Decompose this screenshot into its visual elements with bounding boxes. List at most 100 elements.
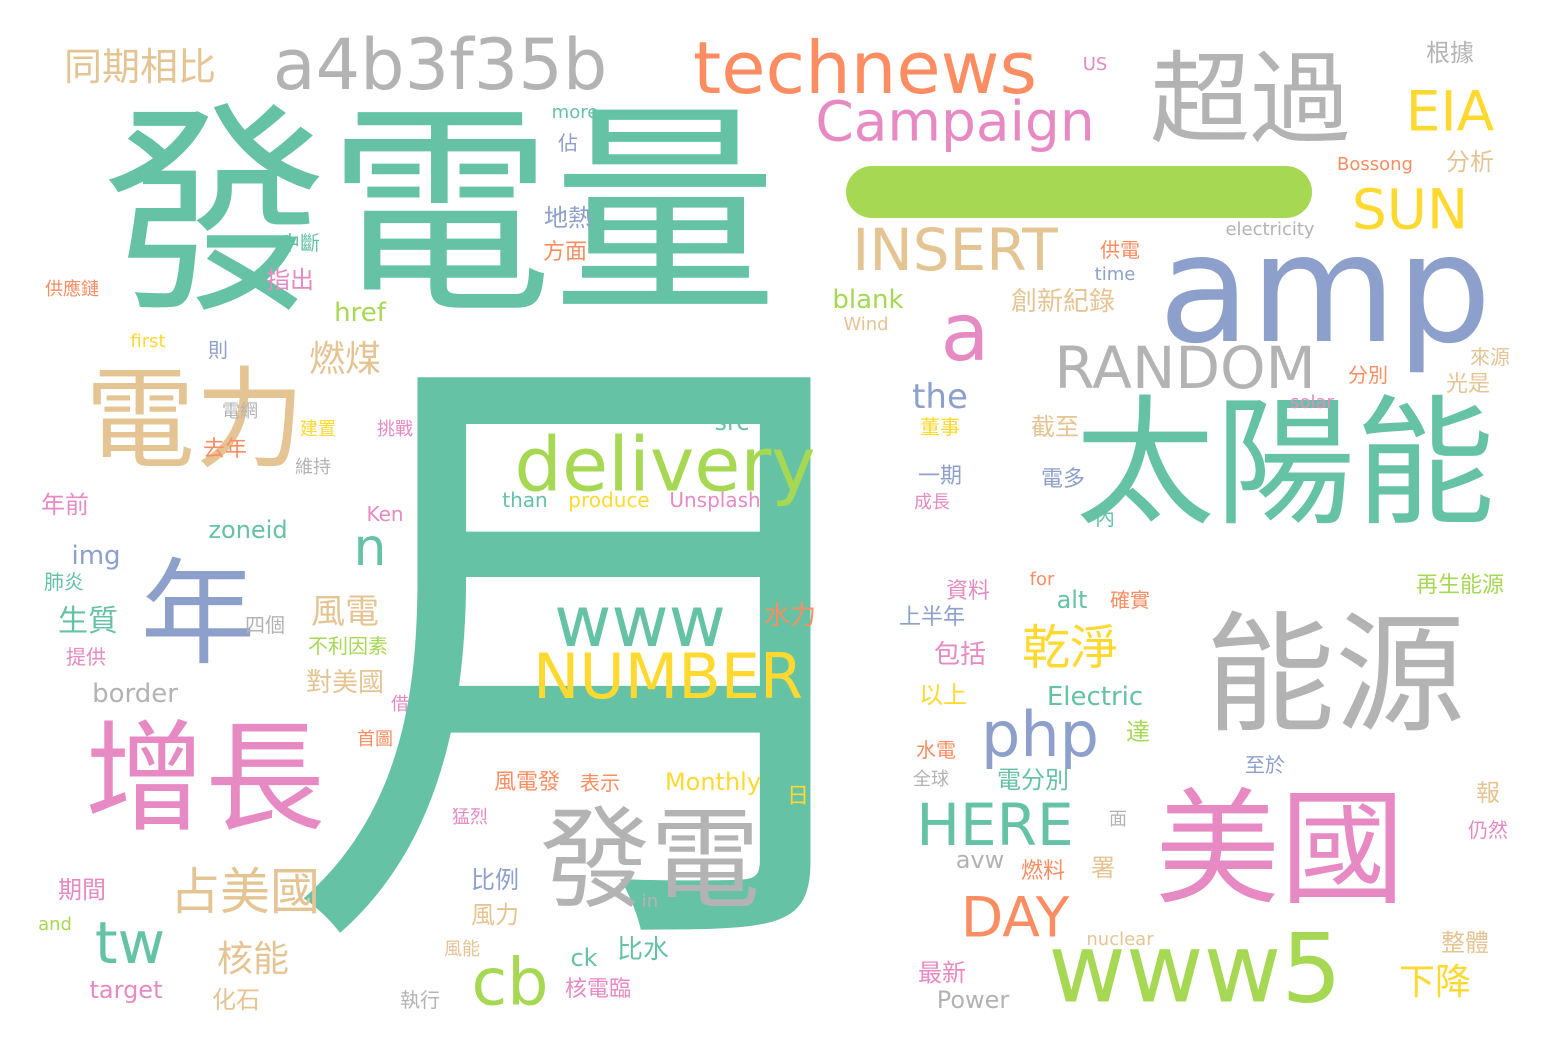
word-cjk-31: 同期相比 <box>63 45 217 89</box>
word-cjk-4: 能源 <box>1204 599 1466 751</box>
word-alt: alt <box>1056 586 1088 614</box>
word-cjk-5: 美國 <box>1155 777 1405 923</box>
word-ken: Ken <box>366 502 404 526</box>
word-cjk-101: 至於 <box>1245 753 1285 777</box>
word-target: target <box>89 976 163 1004</box>
word-cjk-7: 電力 <box>85 356 305 484</box>
word-cjk-38: 根據 <box>1426 39 1474 67</box>
word-cjk-29: 占美國 <box>170 863 320 921</box>
word-ck: ck <box>570 944 598 972</box>
word-cjk-92: 包括 <box>933 640 987 670</box>
word-campaign: Campaign <box>815 89 1095 154</box>
word-electricity: electricity <box>1225 219 1315 240</box>
word-and: and <box>38 914 72 935</box>
word-us: US <box>1082 54 1108 75</box>
word-cjk-66: 截至 <box>1031 413 1079 441</box>
word-number: NUMBER <box>532 640 804 713</box>
word-cjk-118: 風力 <box>471 901 519 929</box>
word-cjk-80: 資料 <box>945 579 991 604</box>
word-power: Power <box>936 986 1010 1014</box>
word-cjk-57: 來源 <box>1470 345 1510 369</box>
word-cjk-104: 風電發 <box>493 770 561 795</box>
word-cjk-59: 光是 <box>1445 372 1491 397</box>
word-for: for <box>1029 569 1055 590</box>
word-cjk-46: 方面 <box>542 240 588 265</box>
word-cjk-90: 不利因素 <box>308 634 388 658</box>
word-cjk-87: 四個 <box>245 613 285 637</box>
word-cjk-113: 期間 <box>58 876 106 904</box>
word-cb: cb <box>471 945 549 1021</box>
word-cjk-72: 年前 <box>41 491 89 519</box>
word-cjk-109: 面 <box>1109 809 1127 830</box>
word-cjk-122: 比水 <box>616 935 670 965</box>
word-cjk-8: 年 <box>140 547 256 682</box>
word-href: href <box>334 298 386 328</box>
word-insert: INSERT <box>852 216 1058 284</box>
word-cjk-107: 日 <box>786 784 810 809</box>
word-cjk-30: 乾淨 <box>1021 620 1119 676</box>
word-cjk-127: 核電臨 <box>564 977 632 1002</box>
word-cjk-124: 整體 <box>1441 929 1489 957</box>
word-cjk-77: 內 <box>1095 506 1115 530</box>
word-zoneid: zoneid <box>208 516 288 544</box>
word-monthly: Monthly <box>664 768 762 796</box>
word-cjk-35: 風電 <box>311 592 379 632</box>
word-cjk-120: 風能 <box>444 939 480 960</box>
word-cjk-111: 仍然 <box>1468 818 1508 842</box>
word-cjk-114: 比例 <box>471 866 519 894</box>
word-cjk-37: 創新紀錄 <box>1010 287 1116 317</box>
word-cjk-34: 下降 <box>1398 962 1472 1003</box>
word-cjk-56: 則 <box>208 338 228 362</box>
word-than: than <box>502 488 548 512</box>
word-cjk-67: 去年 <box>202 437 248 462</box>
word-more: more <box>551 102 599 123</box>
word-cjk-62: 建置 <box>300 419 336 440</box>
word-blank: blank <box>832 285 904 315</box>
word-cjk-58: 分別 <box>1348 363 1388 387</box>
word-cjk-68: 維持 <box>295 457 331 478</box>
word-cjk-6: 增長 <box>85 710 325 849</box>
word-cjk-93: 對美國 <box>305 668 385 698</box>
word-cjk-91: 提供 <box>66 645 106 669</box>
word-time: time <box>1094 264 1136 285</box>
word-cjk-45: 地熱 <box>544 204 592 232</box>
word-cjk-98: 首圖 <box>357 729 393 750</box>
word-cjk-49: 供應鏈 <box>45 279 99 300</box>
word-a: a <box>940 286 990 379</box>
word-cjk-70: 一期 <box>917 464 963 489</box>
word-random: RANDOM <box>1054 334 1316 402</box>
word-cjk-82: 肺炎 <box>44 570 84 594</box>
word-produce: produce <box>568 488 650 512</box>
word-cjk-69: 電多 <box>1040 467 1086 492</box>
word-cjk-86: 生質 <box>58 604 118 639</box>
word-cjk-32: 燃煤 <box>308 339 382 380</box>
word-delivery: delivery <box>514 420 816 509</box>
word-cjk-1: 發電量 <box>102 83 778 346</box>
word-nuclear: nuclear <box>1086 929 1154 950</box>
word-solar: solar <box>1290 392 1334 413</box>
word-cjk-110: 報 <box>1476 779 1500 807</box>
word-cjk-115: 燃料 <box>1020 859 1066 884</box>
word-cloud: 月發電量 amp 太陽能 能源 美國 增長 電力年發電 超過 technews a4b3f35b w… <box>0 0 1548 1052</box>
word-unsplash: Unsplash <box>669 488 761 512</box>
word-cjk-61: 電網 <box>222 401 258 422</box>
word-cjk-129: 執行 <box>400 988 440 1012</box>
word-cjk-99: 達 <box>1126 718 1150 746</box>
word-cjk-33: 核能 <box>216 939 290 980</box>
word-cjk-88: 水力 <box>763 601 817 631</box>
word-cjk-128: 化石 <box>212 986 260 1014</box>
word-img: img <box>71 541 121 571</box>
word-cjk-10: 超過 <box>1150 41 1350 158</box>
word-n: n <box>353 518 387 578</box>
word-cjk-105: 表示 <box>580 771 620 795</box>
word-bossong: Bossong <box>1337 154 1413 175</box>
word-cjk-116: 署 <box>1091 854 1115 882</box>
word-cjk-102: 全球 <box>913 769 949 790</box>
word-cjk-44: 佔 <box>558 131 578 155</box>
word-cjk-100: 水電 <box>916 738 956 762</box>
word-cjk-63: 挑戰 <box>377 419 413 440</box>
word-wind: Wind <box>843 314 889 335</box>
word-cjk-89: 上半年 <box>898 605 966 630</box>
word-cjk-50: 供電 <box>1100 238 1140 262</box>
word-border: border <box>92 679 178 709</box>
